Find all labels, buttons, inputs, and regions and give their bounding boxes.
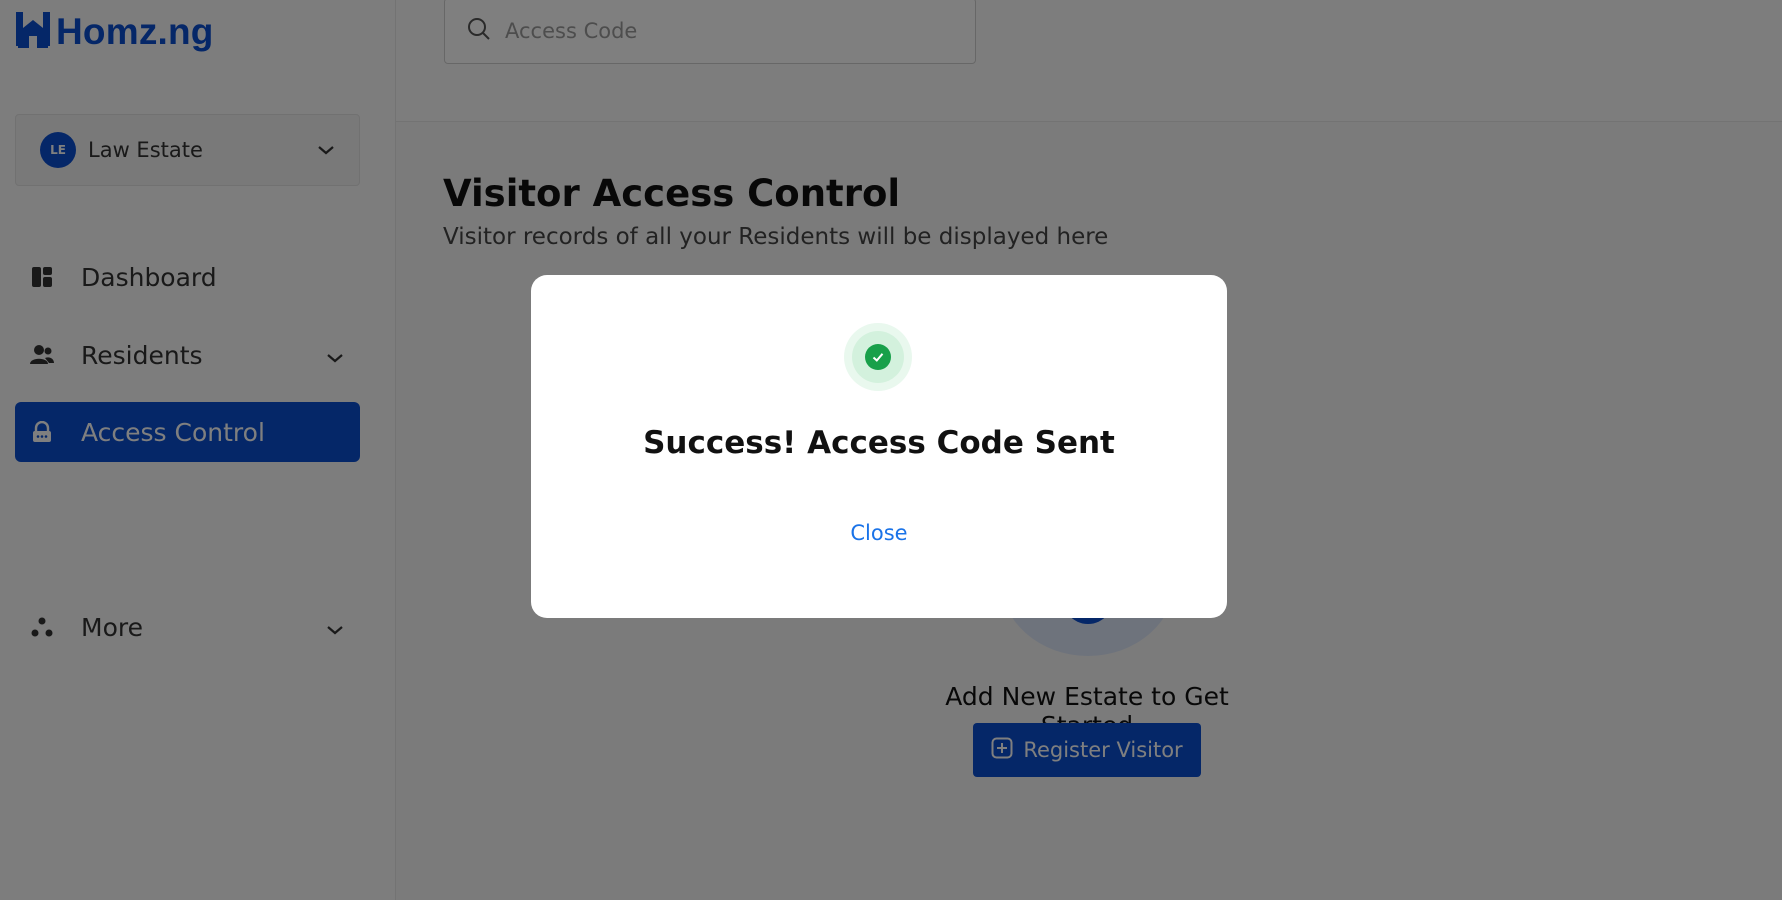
success-badge bbox=[844, 323, 912, 391]
check-icon bbox=[865, 344, 891, 370]
modal-title: Success! Access Code Sent bbox=[643, 425, 1115, 461]
success-modal: Success! Access Code Sent Close bbox=[531, 275, 1227, 618]
close-button[interactable]: Close bbox=[531, 521, 1227, 545]
